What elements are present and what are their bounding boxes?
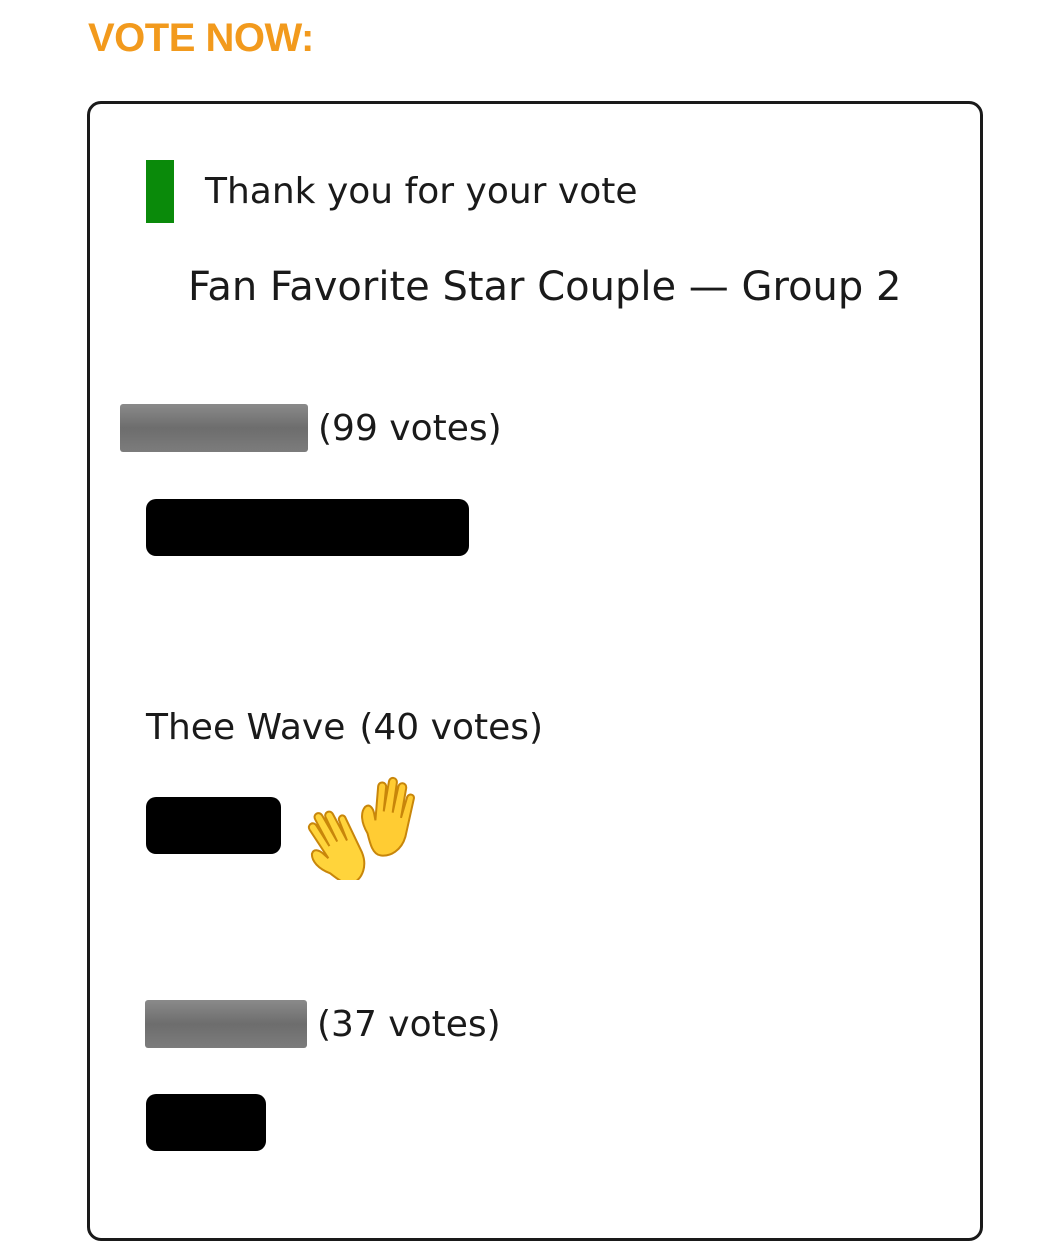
confirmation-message: Thank you for your vote	[205, 171, 638, 212]
option-name: Thee Wave	[146, 706, 346, 748]
raised-hands-icon	[307, 776, 415, 880]
redacted-name	[145, 1000, 307, 1048]
option-votes: (99 votes)	[318, 407, 502, 449]
vote-now-heading: VOTE NOW:	[88, 16, 314, 60]
confirmation-accent-bar	[146, 160, 174, 223]
result-bar-option-2	[146, 797, 281, 854]
option-votes: (37 votes)	[317, 1003, 501, 1045]
poll-title: Fan Favorite Star Couple — Group 2	[188, 264, 902, 310]
result-bar-option-3	[146, 1094, 266, 1151]
poll-option-2: Thee Wave (40 votes)	[146, 702, 543, 752]
poll-option-3: (37 votes)	[145, 999, 501, 1049]
redacted-name	[120, 404, 308, 452]
option-votes: (40 votes)	[359, 706, 544, 748]
poll-option-1: (99 votes)	[120, 403, 502, 453]
result-bar-option-1	[146, 499, 469, 556]
